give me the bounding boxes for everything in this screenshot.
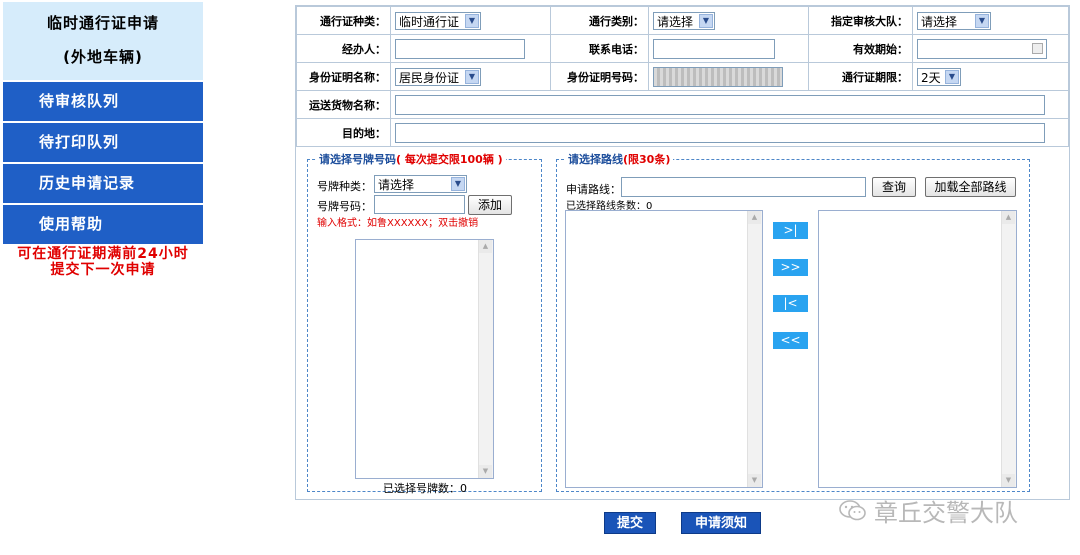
permit-period-label: 通行证期限： (808, 62, 913, 91)
plate-number-label: 号牌号码： (317, 200, 372, 213)
move-selected-left-button[interactable]: |< (773, 295, 808, 312)
chevron-down-icon: ▼ (945, 69, 959, 84)
sidebar-note-line1: 可在通行证期满前24小时 (17, 246, 189, 262)
valid-start-input[interactable] (917, 38, 1047, 59)
chevron-down-icon: ▼ (975, 13, 989, 28)
permit-type-value: 临时通行证 (399, 14, 460, 29)
sidebar-subtitle: (外地车辆) (63, 48, 143, 66)
wechat-icon (838, 498, 868, 524)
permit-period-select[interactable]: 2天 ▼ (917, 67, 961, 86)
chevron-down-icon: ▼ (451, 177, 465, 191)
plate-list[interactable]: ▲ ▼ (355, 239, 494, 479)
plate-list-scrollbar[interactable]: ▲ ▼ (478, 240, 493, 478)
permit-period-value: 2天 (921, 70, 941, 85)
handler-label: 经办人： (296, 34, 391, 63)
cargo-label: 运送货物名称： (296, 90, 391, 119)
sidebar-note: 可在通行证期满前24小时 提交下一次申请 (3, 246, 203, 278)
watermark: 章丘交警大队 (838, 493, 1018, 528)
apply-route-input[interactable] (621, 177, 866, 197)
id-type-select[interactable]: 居民身份证 ▼ (395, 67, 481, 86)
scroll-up-icon[interactable]: ▲ (1002, 211, 1015, 224)
route-legend-close: ) (665, 153, 671, 166)
watermark-text: 章丘交警大队 (874, 499, 1018, 527)
permit-type-select[interactable]: 临时通行证 ▼ (395, 11, 481, 30)
chevron-down-icon: ▼ (465, 69, 479, 84)
scroll-down-icon[interactable]: ▼ (479, 465, 492, 478)
scroll-down-icon[interactable]: ▼ (1002, 474, 1015, 487)
sidebar-item-pending-review[interactable]: 待审核队列 (3, 82, 203, 121)
pass-category-label: 通行类别： (550, 6, 649, 35)
plate-type-value: 请选择 (378, 178, 415, 192)
sidebar-item-history[interactable]: 历史申请记录 (3, 164, 203, 203)
id-type-value: 居民身份证 (399, 70, 460, 85)
plate-legend-text: 请选择号牌号码 (319, 153, 396, 166)
form-fields-table: 通行证种类： 临时通行证 ▼ 通行类别： 请选择 ▼ 指定审核大队： 请选择 ▼ 经办… (296, 6, 1069, 147)
handler-input[interactable] (395, 38, 525, 59)
selected-routes-scrollbar[interactable]: ▲ ▼ (1001, 211, 1016, 487)
calendar-icon[interactable] (1032, 42, 1043, 54)
available-routes-list[interactable]: ▲ ▼ (565, 210, 763, 488)
selected-routes-list[interactable]: ▲ ▼ (818, 210, 1017, 488)
sidebar-note-line2: 提交下一次申请 (50, 262, 156, 278)
chevron-down-icon: ▼ (699, 13, 713, 28)
sidebar-item-pending-print[interactable]: 待打印队列 (3, 123, 203, 162)
apply-route-label: 申请路线： (566, 183, 621, 196)
available-routes-scrollbar[interactable]: ▲ ▼ (747, 211, 762, 487)
route-legend-text: 请选择路线 (568, 153, 623, 166)
pass-category-value: 请选择 (657, 14, 694, 29)
move-all-left-button[interactable]: << (773, 332, 808, 349)
review-brigade-label: 指定审核大队： (808, 6, 913, 35)
pass-category-select[interactable]: 请选择 ▼ (653, 11, 715, 30)
permit-type-label: 通行证种类： (296, 6, 391, 35)
load-all-routes-button[interactable]: 加载全部路线 (925, 177, 1016, 197)
chevron-down-icon: ▼ (465, 13, 479, 28)
submit-button[interactable]: 提交 (604, 512, 656, 534)
cargo-input[interactable] (395, 94, 1045, 115)
sidebar: 临时通行证申请 (外地车辆) 待审核队列 待打印队列 历史申请记录 使用帮助 可… (3, 2, 203, 278)
phone-input[interactable] (653, 38, 775, 59)
phone-label: 联系电话： (550, 34, 649, 63)
valid-start-label: 有效期始： (808, 34, 913, 63)
plate-number-input[interactable] (374, 195, 465, 214)
query-button[interactable]: 查询 (872, 177, 916, 197)
plate-format-hint: 输入格式：如鲁XXXXXX；双击撤销 (317, 218, 479, 229)
application-notice-button[interactable]: 申请须知 (681, 512, 761, 534)
id-type-label: 身份证明名称： (296, 62, 391, 91)
sidebar-header: 临时通行证申请 (外地车辆) (3, 2, 203, 80)
route-selection-legend: 请选择路线(限30条) (565, 151, 673, 167)
scroll-up-icon[interactable]: ▲ (479, 240, 492, 253)
move-all-right-button[interactable]: >> (773, 259, 808, 276)
add-plate-button[interactable]: 添加 (468, 195, 512, 215)
id-number-input[interactable] (653, 66, 783, 87)
plate-type-label: 号牌种类： (317, 180, 372, 193)
review-brigade-value: 请选择 (921, 14, 958, 29)
scroll-down-icon[interactable]: ▼ (748, 474, 761, 487)
plate-selection-legend: 请选择号牌号码( 每次提交限100辆 ) (316, 151, 506, 167)
plate-type-select[interactable]: 请选择 ▼ (374, 175, 467, 193)
route-legend-limit: 限30条 (628, 153, 666, 166)
move-selected-right-button[interactable]: >| (773, 222, 808, 239)
sidebar-title: 临时通行证申请 (46, 14, 159, 32)
destination-input[interactable] (395, 122, 1045, 143)
plate-legend-note: ( 每次提交限100辆 ) (396, 153, 503, 166)
destination-label: 目的地： (296, 118, 391, 147)
plate-selected-count: 已选择号牌数：0 (383, 482, 467, 495)
review-brigade-select[interactable]: 请选择 ▼ (917, 11, 991, 30)
sidebar-item-help[interactable]: 使用帮助 (3, 205, 203, 244)
id-number-label: 身份证明号码： (550, 62, 649, 91)
scroll-up-icon[interactable]: ▲ (748, 211, 761, 224)
